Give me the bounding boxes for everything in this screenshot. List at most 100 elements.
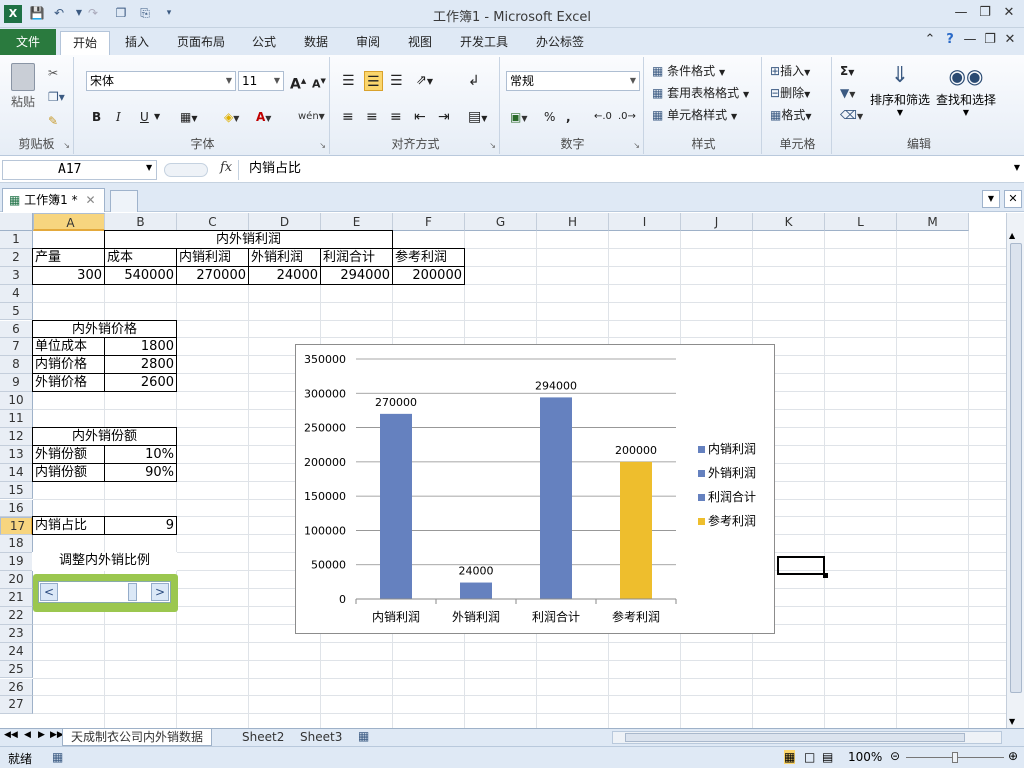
close-icon[interactable]: ✕ xyxy=(998,4,1020,22)
cell-c3[interactable]: 270000 xyxy=(176,265,249,285)
tab-insert[interactable]: 插入 xyxy=(116,33,158,55)
row-header-26[interactable]: 26 xyxy=(0,678,33,697)
cell-b13[interactable]: 10% xyxy=(104,444,177,464)
underline-button[interactable]: U xyxy=(140,107,149,127)
italic-button[interactable]: I xyxy=(116,107,121,127)
row-header-2[interactable]: 2 xyxy=(0,248,33,267)
vscroll-thumb[interactable] xyxy=(1010,243,1022,693)
row-header-6[interactable]: 6 xyxy=(0,320,33,339)
row-header-9[interactable]: 9 xyxy=(0,374,33,393)
row-header-27[interactable]: 27 xyxy=(0,696,33,715)
doc-tab-workbook1[interactable]: ▦ 工作簿1 * ✕ xyxy=(2,188,105,212)
cell-a13[interactable]: 外销份额 xyxy=(32,444,105,464)
formula-input[interactable]: 内销占比 xyxy=(238,160,1018,180)
row-header-21[interactable]: 21 xyxy=(0,589,33,607)
comma-button[interactable]: , xyxy=(566,107,571,127)
cell-b9[interactable]: 2600 xyxy=(104,373,177,393)
cell-d2[interactable]: 外销利润 xyxy=(248,247,321,267)
scroll-left-arrow-icon[interactable]: < xyxy=(40,583,58,601)
horizontal-scrollbar[interactable] xyxy=(612,731,1002,744)
zoom-slider[interactable] xyxy=(906,752,1004,763)
align-center-icon[interactable]: ≡ xyxy=(366,107,378,127)
fill-color-icon[interactable]: ◈▼ xyxy=(224,107,239,127)
increase-indent-icon[interactable]: ⇥ xyxy=(438,107,450,127)
zoom-slider-thumb[interactable] xyxy=(952,752,958,763)
select-all-corner[interactable] xyxy=(0,213,33,231)
cut-icon[interactable]: ✂ xyxy=(48,63,58,83)
macro-record-icon[interactable]: ▦ xyxy=(52,750,63,764)
row-header-8[interactable]: 8 xyxy=(0,356,33,375)
cell-a3[interactable]: 300 xyxy=(32,265,105,285)
formula-bar-splitter[interactable] xyxy=(164,163,208,177)
scroll-down-icon[interactable]: ▼ xyxy=(1009,717,1015,726)
row-header-4[interactable]: 4 xyxy=(0,284,33,303)
cell-c2[interactable]: 内销利润 xyxy=(176,247,249,267)
sheet-nav-next-icon[interactable]: ▶ xyxy=(38,730,45,740)
row-header-17[interactable]: 17 xyxy=(0,517,33,536)
column-header-f[interactable]: F xyxy=(393,213,465,231)
tab-developer[interactable]: 开发工具 xyxy=(452,33,516,55)
cell-c1[interactable]: 内外销利润 xyxy=(104,230,393,249)
autosum-button[interactable]: Σ▼ xyxy=(840,61,854,81)
align-bottom-icon[interactable]: ☰ xyxy=(390,71,403,91)
scrollbar-track[interactable]: < > xyxy=(38,581,171,603)
column-header-j[interactable]: J xyxy=(681,213,753,231)
column-header-a[interactable]: A xyxy=(33,213,105,231)
shrink-font-button[interactable]: A▼ xyxy=(312,71,326,91)
font-name-select[interactable]: 宋体 ▼ xyxy=(86,71,236,91)
row-header-15[interactable]: 15 xyxy=(0,481,33,500)
bold-button[interactable]: B xyxy=(92,107,101,127)
column-header-i[interactable]: I xyxy=(609,213,681,231)
row-header-7[interactable]: 7 xyxy=(0,338,33,357)
cell-d3[interactable]: 24000 xyxy=(248,265,321,285)
view-normal-icon[interactable]: ▦ xyxy=(784,750,796,764)
zoom-out-icon[interactable]: ⊝ xyxy=(890,749,900,763)
row-header-23[interactable]: 23 xyxy=(0,624,33,643)
scroll-thumb[interactable] xyxy=(128,583,137,601)
cell-b14[interactable]: 90% xyxy=(104,462,177,482)
scroll-right-arrow-icon[interactable]: > xyxy=(151,583,169,601)
zoom-in-icon[interactable]: ⊕ xyxy=(1008,749,1018,763)
row-header-20[interactable]: 20 xyxy=(0,571,33,589)
column-header-e[interactable]: E xyxy=(321,213,393,231)
row-header-24[interactable]: 24 xyxy=(0,642,33,661)
column-header-h[interactable]: H xyxy=(537,213,609,231)
insert-cells-button[interactable]: ⊞插入▼ xyxy=(770,61,810,81)
tab-office-tab[interactable]: 办公标签 xyxy=(528,33,592,55)
cell-b2[interactable]: 成本 xyxy=(104,247,177,267)
border-icon[interactable]: ▦▼ xyxy=(180,107,198,127)
collapse-ribbon-icon[interactable]: ⌃ xyxy=(920,32,940,47)
cell-b8[interactable]: 2800 xyxy=(104,355,177,375)
name-box-dropdown-icon[interactable]: ▼ xyxy=(146,163,152,172)
orientation-icon[interactable]: ⇗▼ xyxy=(416,71,433,91)
name-box[interactable]: A17 xyxy=(2,160,157,180)
tab-home[interactable]: 开始 xyxy=(60,31,110,55)
row-header-25[interactable]: 25 xyxy=(0,660,33,679)
sort-filter-button[interactable]: ⇓ 排序和筛选 ▼ xyxy=(868,61,932,117)
delete-cells-button[interactable]: ⊟删除▼ xyxy=(770,83,810,103)
paste-button[interactable]: 粘贴 xyxy=(6,61,40,121)
zoom-level[interactable]: 100% xyxy=(848,750,882,764)
tab-file[interactable]: 文件 xyxy=(0,29,56,55)
column-header-k[interactable]: K xyxy=(753,213,825,231)
minimize-icon[interactable]: — xyxy=(950,4,972,22)
doc-tab-list-icon[interactable]: ▼ xyxy=(982,190,1000,208)
cell-styles-button[interactable]: ▦ 单元格样式 ▼ xyxy=(652,105,737,125)
insert-function-icon[interactable]: fx xyxy=(220,160,232,175)
column-header-c[interactable]: C xyxy=(177,213,249,231)
row-header-5[interactable]: 5 xyxy=(0,302,33,321)
column-header-b[interactable]: B xyxy=(105,213,177,231)
cell-a7[interactable]: 单位成本 xyxy=(32,337,105,357)
row-header-18[interactable]: 18 xyxy=(0,535,33,554)
cell-b7[interactable]: 1800 xyxy=(104,337,177,357)
font-color-icon[interactable]: A▼ xyxy=(256,107,271,127)
format-painter-icon[interactable]: ✎ xyxy=(48,111,58,131)
row-header-19[interactable]: 19 xyxy=(0,553,33,572)
tab-data[interactable]: 数据 xyxy=(296,33,336,55)
percent-button[interactable]: % xyxy=(544,107,555,127)
row-header-3[interactable]: 3 xyxy=(0,266,33,285)
doc-tab-close-icon[interactable]: ✕ xyxy=(1004,190,1022,208)
cell-a6[interactable]: 内外销价格 xyxy=(32,319,177,339)
clipboard-launcher-icon[interactable]: ↘ xyxy=(63,141,70,150)
hscroll-thumb[interactable] xyxy=(625,733,965,742)
